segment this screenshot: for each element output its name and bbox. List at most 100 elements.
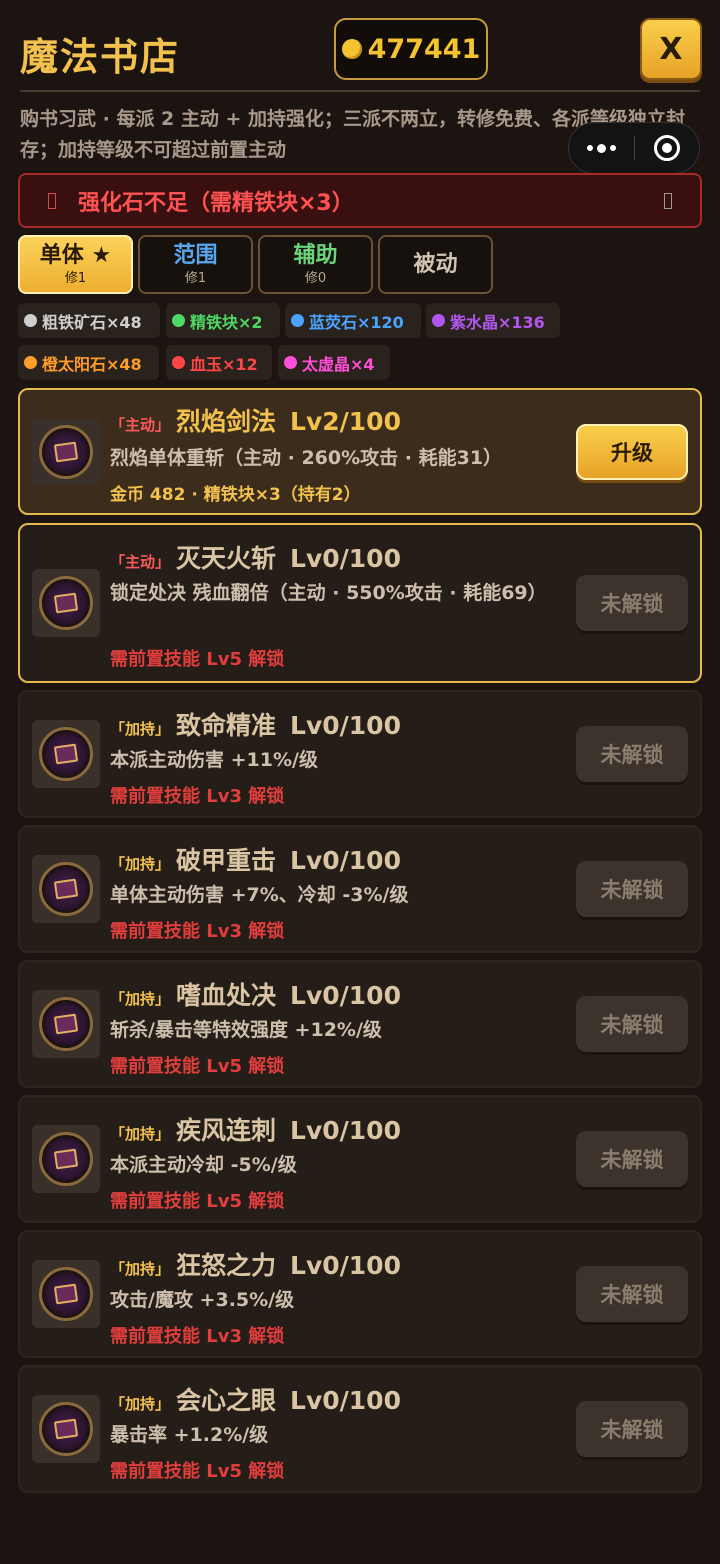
skill-level: Lv0/100 xyxy=(290,544,401,573)
skill-tag: 「加持」 xyxy=(110,990,171,1008)
book-glyph xyxy=(53,878,79,900)
page-title: 魔法书店 xyxy=(20,35,181,79)
book-glyph xyxy=(53,743,79,765)
material-dot-icon xyxy=(24,314,37,327)
tab-2[interactable]: 范围 修1 xyxy=(138,235,253,294)
skill-heading: 「加持」 致命精准 Lv0/100 xyxy=(110,706,401,742)
skill-name: 破甲重击 xyxy=(176,846,277,875)
material-chip: 粗铁矿石×48 xyxy=(18,303,160,338)
material-chip: 橙太阳石×48 xyxy=(18,345,159,380)
skill-level: Lv0/100 xyxy=(290,1386,401,1415)
skill-name: 烈焰剑法 xyxy=(176,407,277,436)
skill-tag: 「加持」 xyxy=(110,1260,171,1278)
book-glyph xyxy=(53,1013,79,1035)
skill-level: Lv0/100 xyxy=(290,711,401,740)
skill-level: Lv2/100 xyxy=(290,407,401,436)
bookshop-screen: 魔法书店 477441 X 购书习武 · 每派 2 主动 + 加持强化；三派不两… xyxy=(0,0,720,1564)
material-chip: 血玉×12 xyxy=(166,345,272,380)
locked-button: 未解锁 xyxy=(576,726,688,782)
exit-target-icon[interactable] xyxy=(635,135,700,161)
skill-description: 锁定处决 残血翻倍（主动 · 550%攻击 · 耗能69） xyxy=(110,582,547,604)
unlock-requirement: 需前置技能 Lv5 解锁 xyxy=(110,1056,285,1077)
skill-level: Lv0/100 xyxy=(290,981,401,1010)
tab-label: 辅助 xyxy=(293,242,338,268)
skill-name: 嗜血处决 xyxy=(176,981,277,1010)
locked-button: 未解锁 xyxy=(576,1131,688,1187)
skill-heading: 「加持」 狂怒之力 Lv0/100 xyxy=(110,1246,401,1282)
skill-tag: 「加持」 xyxy=(110,855,171,873)
book-glyph xyxy=(53,592,79,614)
mini-program-capsule xyxy=(568,122,700,174)
skill-name: 灭天火斩 xyxy=(176,544,277,573)
material-dot-icon xyxy=(24,356,37,369)
skill-level: Lv0/100 xyxy=(290,846,401,875)
unlock-requirement: 需前置技能 Lv3 解锁 xyxy=(110,921,285,942)
skill-level: Lv0/100 xyxy=(290,1116,401,1145)
tab-sublabel: 修0 xyxy=(304,270,327,286)
skill-card: 「加持」 破甲重击 Lv0/100 单体主动伤害 +7%、冷却 -3%/级 需前置技能 … xyxy=(18,825,702,953)
skill-heading: 「主动」 灭天火斩 Lv0/100 xyxy=(110,539,401,575)
unlock-requirement: 需前置技能 Lv5 解锁 xyxy=(110,649,285,670)
locked-button: 未解锁 xyxy=(576,996,688,1052)
material-label: 紫水晶×136 xyxy=(450,312,545,332)
unlock-requirement: 需前置技能 Lv3 解锁 xyxy=(110,1326,285,1347)
tab-label: 被动 xyxy=(413,251,458,277)
skill-description: 斩杀/暴击等特效强度 +12%/级 xyxy=(110,1019,382,1041)
unlock-requirement: 需前置技能 Lv5 解锁 xyxy=(110,1191,285,1212)
tab-3[interactable]: 辅助修0 xyxy=(258,235,373,294)
tab-sublabel: 修1 xyxy=(64,270,87,286)
book-glyph xyxy=(53,441,79,463)
spellbook-icon xyxy=(39,727,93,781)
skill-description: 本派主动伤害 +11%/级 xyxy=(110,749,318,771)
material-label: 精铁块×2 xyxy=(190,312,263,332)
spellbook-icon xyxy=(39,1402,93,1456)
coin-icon xyxy=(341,39,362,59)
skill-card: 「主动」 烈焰剑法 Lv2/100 烈焰单体重斩（主动 · 260%攻击 · 耗能31… xyxy=(18,388,702,515)
skill-book-icon xyxy=(32,1125,100,1193)
skill-heading: 「主动」 烈焰剑法 Lv2/100 xyxy=(110,402,401,438)
material-label: 太虚晶×4 xyxy=(302,354,375,374)
material-label: 血玉×12 xyxy=(190,354,258,374)
close-warning-icon[interactable] xyxy=(664,192,672,209)
skill-card: 「加持」 疾风连刺 Lv0/100 本派主动冷却 -5%/级 需前置技能 Lv5 解锁 未… xyxy=(18,1095,702,1223)
skill-description: 暴击率 +1.2%/级 xyxy=(110,1424,269,1446)
warning-banner: 强化石不足（需精铁块×3） xyxy=(18,173,702,228)
skill-name: 疾风连刺 xyxy=(176,1116,277,1145)
skill-card: 「加持」 会心之眼 Lv0/100 暴击率 +1.2%/级 需前置技能 Lv5 解锁 未解… xyxy=(18,1365,702,1493)
tab-1[interactable]: 单体 ★ 修1 xyxy=(18,235,133,294)
skill-book-icon xyxy=(32,569,100,637)
skill-description: 单体主动伤害 +7%、冷却 -3%/级 xyxy=(110,884,409,906)
warning-text: 强化石不足（需精铁块×3） xyxy=(78,190,354,216)
locked-button: 未解锁 xyxy=(576,575,688,631)
skill-book-icon xyxy=(32,1395,100,1463)
upgrade-button[interactable]: 升级 xyxy=(576,424,688,480)
material-dot-icon xyxy=(172,314,185,327)
locked-button: 未解锁 xyxy=(576,1266,688,1322)
book-glyph xyxy=(53,1148,79,1170)
material-chip: 精铁块×2 xyxy=(166,303,280,338)
locked-button: 未解锁 xyxy=(576,861,688,917)
skill-book-icon xyxy=(32,418,100,486)
spellbook-icon xyxy=(39,1267,93,1321)
skill-card: 「加持」 致命精准 Lv0/100 本派主动伤害 +11%/级 需前置技能 Lv3 解锁… xyxy=(18,690,702,818)
skill-book-icon xyxy=(32,720,100,788)
material-dot-icon xyxy=(432,314,445,327)
spellbook-icon xyxy=(39,862,93,916)
spellbook-icon xyxy=(39,1132,93,1186)
warning-icon xyxy=(48,192,56,209)
skill-heading: 「加持」 嗜血处决 Lv0/100 xyxy=(110,976,401,1012)
header-divider xyxy=(20,90,700,92)
coin-value: 477441 xyxy=(367,33,481,65)
skill-book-icon xyxy=(32,990,100,1058)
skill-description: 本派主动冷却 -5%/级 xyxy=(110,1154,297,1176)
skill-level: Lv0/100 xyxy=(290,1251,401,1280)
skill-name: 致命精准 xyxy=(176,711,277,740)
skill-description: 攻击/魔攻 +3.5%/级 xyxy=(110,1289,295,1311)
close-button[interactable]: X xyxy=(640,18,702,80)
tab-4[interactable]: 被动 xyxy=(378,235,493,294)
tab-sublabel: 修1 xyxy=(184,270,207,286)
unlock-requirement: 需前置技能 Lv5 解锁 xyxy=(110,1461,285,1482)
book-glyph xyxy=(53,1283,79,1305)
tab-label: 单体 ★ xyxy=(39,242,112,268)
more-icon[interactable] xyxy=(569,143,634,153)
